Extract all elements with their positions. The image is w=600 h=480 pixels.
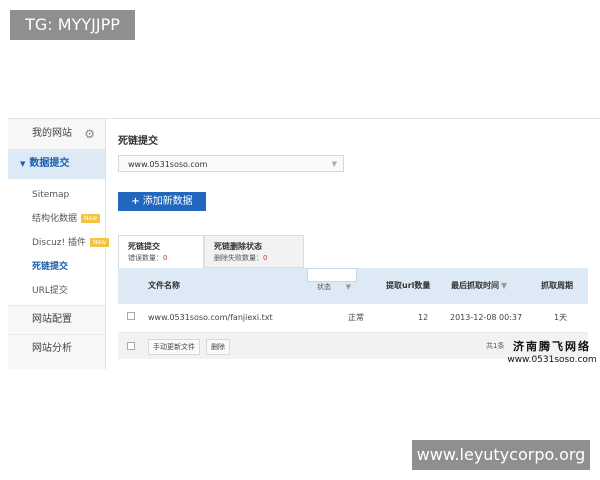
sidebar-item-dead-link-submit[interactable]: 死链提交 — [8, 255, 105, 279]
select-all-checkbox[interactable] — [127, 342, 135, 352]
main-content: 死链提交 www.0531soso.com ▼ + 添加新数据 死链提交 错误数量… — [118, 119, 588, 369]
tab-title: 死链提交 — [128, 242, 160, 251]
sidebar-item-structured-data[interactable]: 结构化数据 New — [8, 207, 105, 231]
sidebar-item-data-submit[interactable]: ▼ 数据提交 — [8, 149, 105, 179]
sidebar-item-site-analysis[interactable]: 网站分析 — [8, 334, 105, 363]
webmaster-panel: 我的网站 ⚙ ▼ 数据提交 Sitemap 结构化数据 New Discuz! 插件… — [8, 118, 600, 369]
site-select[interactable]: www.0531soso.com ▼ — [118, 155, 344, 172]
watermark-top: TG: MYYJJPP — [10, 10, 135, 40]
sidebar-item-label: 结构化数据 — [32, 214, 78, 224]
header-last-fetch-label: 最后抓取时间 — [451, 281, 499, 290]
sidebar-item-sitemap[interactable]: Sitemap — [8, 183, 105, 207]
manual-update-button[interactable]: 手动更新文件 — [148, 339, 200, 355]
sidebar-item-label: Discuz! 插件 — [32, 238, 86, 248]
tab-subtitle: 错误数量：0 — [128, 253, 203, 263]
sidebar-item-label: Sitemap — [32, 190, 70, 200]
sidebar-item-discuz-plugin[interactable]: Discuz! 插件 New — [8, 231, 110, 255]
sidebar-item-site-config[interactable]: 网站配置 — [8, 305, 105, 334]
sidebar-item-url-submit[interactable]: URL提交 — [8, 279, 105, 303]
tab-subtitle: 删除失败数量：0 — [214, 253, 303, 263]
header-url-count: 提取url数量 — [386, 281, 431, 290]
header-last-fetch[interactable]: 最后抓取时间 ▼ — [451, 268, 507, 304]
add-button-label: 添加新数据 — [142, 196, 193, 207]
stamp-line1: 济南腾飞网络 — [513, 340, 591, 353]
status-filter-dropdown[interactable]: 状态 ▼ — [307, 268, 357, 291]
table-row: www.0531soso.com/fanjiexi.txt 正常 12 2013… — [118, 304, 588, 333]
tab-sub-label: 删除失败数量： — [214, 254, 263, 262]
chevron-down-icon: ▼ — [345, 283, 351, 291]
chevron-down-icon: ▼ — [331, 160, 337, 168]
tab-sub-label: 错误数量： — [128, 254, 163, 262]
row-last-fetch: 2013-12-08 00:37 — [450, 313, 523, 322]
sidebar-active-label: 数据提交 — [29, 158, 70, 169]
row-file-name[interactable]: www.0531soso.com/fanjiexi.txt — [148, 304, 273, 332]
site-select-value: www.0531soso.com — [128, 160, 208, 169]
row-fetch-cycle: 1天 — [554, 313, 568, 322]
tab-dead-link-submit[interactable]: 死链提交 错误数量：0 — [118, 235, 204, 268]
pagination-text: 共1条 — [486, 342, 505, 350]
sidebar: 我的网站 ⚙ ▼ 数据提交 Sitemap 结构化数据 New Discuz! 插件… — [8, 119, 110, 369]
plus-icon: + — [131, 196, 140, 207]
stamp-line2: www.0531soso.com — [507, 355, 597, 365]
page-title: 死链提交 — [118, 136, 158, 147]
sidebar-item-label: 死链提交 — [32, 262, 69, 272]
add-new-data-button[interactable]: + 添加新数据 — [118, 192, 206, 211]
new-badge: New — [81, 214, 101, 223]
gear-icon[interactable]: ⚙ — [84, 119, 95, 149]
watermark-bottom: www.leyutycorpo.org — [412, 440, 590, 470]
tab-sub-value: 0 — [163, 254, 168, 262]
new-badge: New — [89, 238, 110, 247]
sidebar-submenu: Sitemap 结构化数据 New Discuz! 插件 New 死链提交 URL提… — [8, 179, 110, 305]
row-status: 正常 — [348, 313, 364, 322]
sidebar-header-label: 我的网站 — [32, 128, 72, 139]
tab-sub-value: 0 — [263, 254, 268, 262]
sidebar-header[interactable]: 我的网站 ⚙ — [8, 119, 105, 149]
sidebar-item-label: URL提交 — [32, 286, 68, 296]
table-header: 文件名称 状态 ▼ 提取url数量 最后抓取时间 ▼ 抓取周期 — [118, 268, 588, 304]
row-checkbox[interactable] — [127, 304, 135, 332]
delete-button[interactable]: 删除 — [206, 339, 230, 355]
row-url-count: 12 — [418, 313, 429, 322]
caret-down-icon: ▼ — [20, 160, 26, 168]
header-file-name: 文件名称 — [148, 281, 180, 290]
tab-title: 死链删除状态 — [214, 242, 262, 251]
tab-bar: 死链提交 错误数量：0 死链删除状态 删除失败数量：0 — [118, 235, 304, 268]
tab-dead-link-delete-status[interactable]: 死链删除状态 删除失败数量：0 — [204, 235, 304, 268]
status-filter-label: 状态 — [317, 283, 331, 291]
company-stamp: 济南腾飞网络 www.0531soso.com — [506, 340, 598, 370]
sort-icon: ▼ — [501, 281, 508, 290]
header-fetch-cycle: 抓取周期 — [541, 281, 573, 290]
